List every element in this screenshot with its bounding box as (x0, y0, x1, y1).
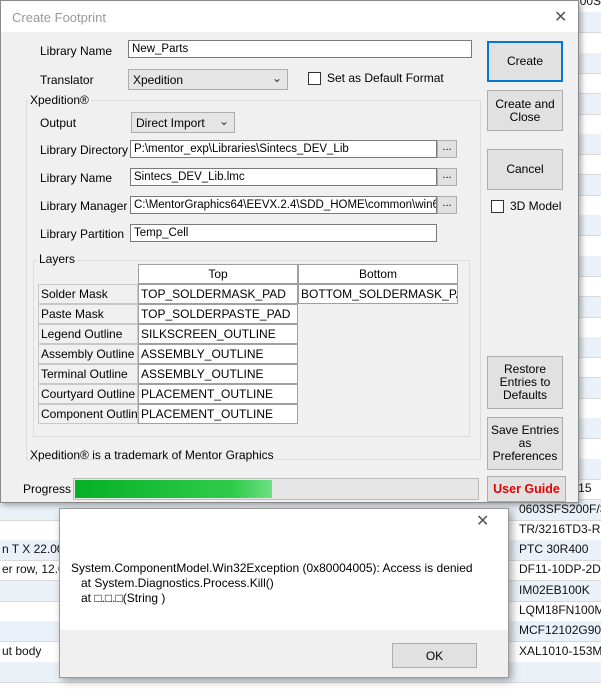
create-footprint-dialog: Create Footprint ✕ Library Name New_Part… (0, 0, 579, 503)
layer-name: Solder Mask (38, 284, 138, 304)
layer-top-value[interactable]: ASSEMBLY_OUTLINE (138, 344, 298, 364)
library-directory-browse-button[interactable]: ... (437, 140, 457, 158)
progress-fill (75, 480, 272, 498)
error-line-3: at □.□.□(String ) (71, 591, 166, 605)
column-header-top: Top (138, 264, 298, 284)
3d-model-checkbox[interactable] (491, 200, 504, 213)
sheet-cell: LQM18FN100M00 (519, 603, 601, 617)
save-preferences-button[interactable]: Save Entries as Preferences (487, 417, 563, 470)
output-select[interactable]: Direct Import ⌄ (131, 112, 235, 133)
library-directory-input[interactable]: P:\mentor_exp\Libraries\Sintecs_DEV_Lib (130, 140, 437, 158)
error-message-area: ✕ System.ComponentModel.Win32Exception (… (60, 509, 508, 630)
library-manager-input[interactable]: C:\MentorGraphics64\EEVX.2.4\SDD_HOME\co… (130, 196, 437, 214)
sheet-cell: 0603SFS200F/32 (519, 501, 601, 516)
layer-top-value[interactable]: PLACEMENT_OUTLINE (138, 384, 298, 404)
library-name-input[interactable]: New_Parts (128, 40, 472, 58)
layer-name: Legend Outline (38, 324, 138, 344)
output-label: Output (40, 116, 77, 130)
layer-name: Component Outline (38, 404, 138, 424)
library-manager-label: Library Manager (40, 199, 128, 213)
sheet-cell: DF11-10DP-2DSA (519, 562, 601, 577)
create-and-close-button[interactable]: Create and Close (487, 90, 563, 131)
library-name2-browse-button[interactable]: ... (437, 168, 457, 186)
library-name-label: Library Name (40, 44, 113, 58)
progress-label: Progress (23, 482, 72, 496)
library-manager-browse-button[interactable]: ... (437, 196, 457, 214)
user-guide-button[interactable]: User Guide (487, 476, 566, 502)
layer-name: Courtyard Outline (38, 384, 138, 404)
layer-top-value[interactable]: ASSEMBLY_OUTLINE (138, 364, 298, 384)
default-format-label: Set as Default Format (327, 71, 444, 85)
3d-model-label: 3D Model (510, 199, 562, 213)
error-line-1: System.ComponentModel.Win32Exception (0x… (71, 561, 473, 575)
sheet-cell: PTC 30R400 (519, 542, 589, 557)
error-message: System.ComponentModel.Win32Exception (0x… (71, 561, 473, 606)
create-button[interactable]: Create (487, 41, 563, 82)
progress-bar (73, 478, 479, 500)
library-name2-label: Library Name (40, 171, 113, 185)
layer-name: Terminal Outline (38, 364, 138, 384)
chevron-down-icon: ⌄ (271, 71, 282, 85)
translator-select[interactable]: Xpedition ⌄ (128, 69, 288, 90)
xpedition-group-title: Xpedition® (28, 93, 91, 107)
layer-top-value[interactable]: TOP_SOLDERMASK_PAD (138, 284, 298, 304)
layer-top-value[interactable]: PLACEMENT_OUTLINE (138, 404, 298, 424)
sheet-cell: IM02EB100K (519, 582, 590, 597)
layers-group-title: Layers (37, 252, 78, 266)
close-icon[interactable]: ✕ (554, 7, 567, 27)
sheet-cell: MCF12102G900-T (519, 623, 601, 638)
cancel-button[interactable]: Cancel (487, 149, 563, 190)
translator-value: Xpedition (133, 73, 184, 87)
sheet-cell: XAL1010-153MEE (519, 643, 601, 658)
dialog-body: Library Name New_Parts Translator Xpedit… (7, 32, 575, 502)
layer-name: Paste Mask (38, 304, 138, 324)
translator-label: Translator (40, 73, 94, 87)
restore-defaults-button[interactable]: Restore Entries to Defaults (487, 356, 563, 409)
library-partition-input[interactable]: Temp_Cell (130, 224, 437, 242)
close-icon[interactable]: ✕ (476, 511, 489, 531)
error-line-2: at System.Diagnostics.Process.Kill() (71, 576, 274, 590)
layer-top-value[interactable]: SILKSCREEN_OUTLINE (138, 324, 298, 344)
ok-button[interactable]: OK (392, 643, 477, 668)
chevron-down-icon: ⌄ (218, 114, 229, 128)
error-dialog: ✕ System.ComponentModel.Win32Exception (… (59, 508, 509, 678)
layer-name: Assembly Outline (38, 344, 138, 364)
default-format-checkbox[interactable] (308, 72, 321, 85)
dialog-title: Create Footprint (12, 10, 106, 25)
output-value: Direct Import (136, 116, 205, 130)
library-partition-label: Library Partition (40, 227, 125, 241)
column-header-bottom: Bottom (298, 264, 458, 284)
sheet-cell: TR/3216TD3-R (519, 521, 601, 536)
title-bar: Create Footprint ✕ (1, 1, 578, 32)
library-directory-label: Library Directory (40, 143, 129, 157)
library-name2-input[interactable]: Sintecs_DEV_Lib.lmc (130, 168, 437, 186)
layer-top-value[interactable]: TOP_SOLDERPASTE_PAD (138, 304, 298, 324)
trademark-text: Xpedition® is a trademark of Mentor Grap… (30, 448, 274, 462)
layer-bottom-value[interactable]: BOTTOM_SOLDERMASK_PAD (298, 284, 458, 304)
